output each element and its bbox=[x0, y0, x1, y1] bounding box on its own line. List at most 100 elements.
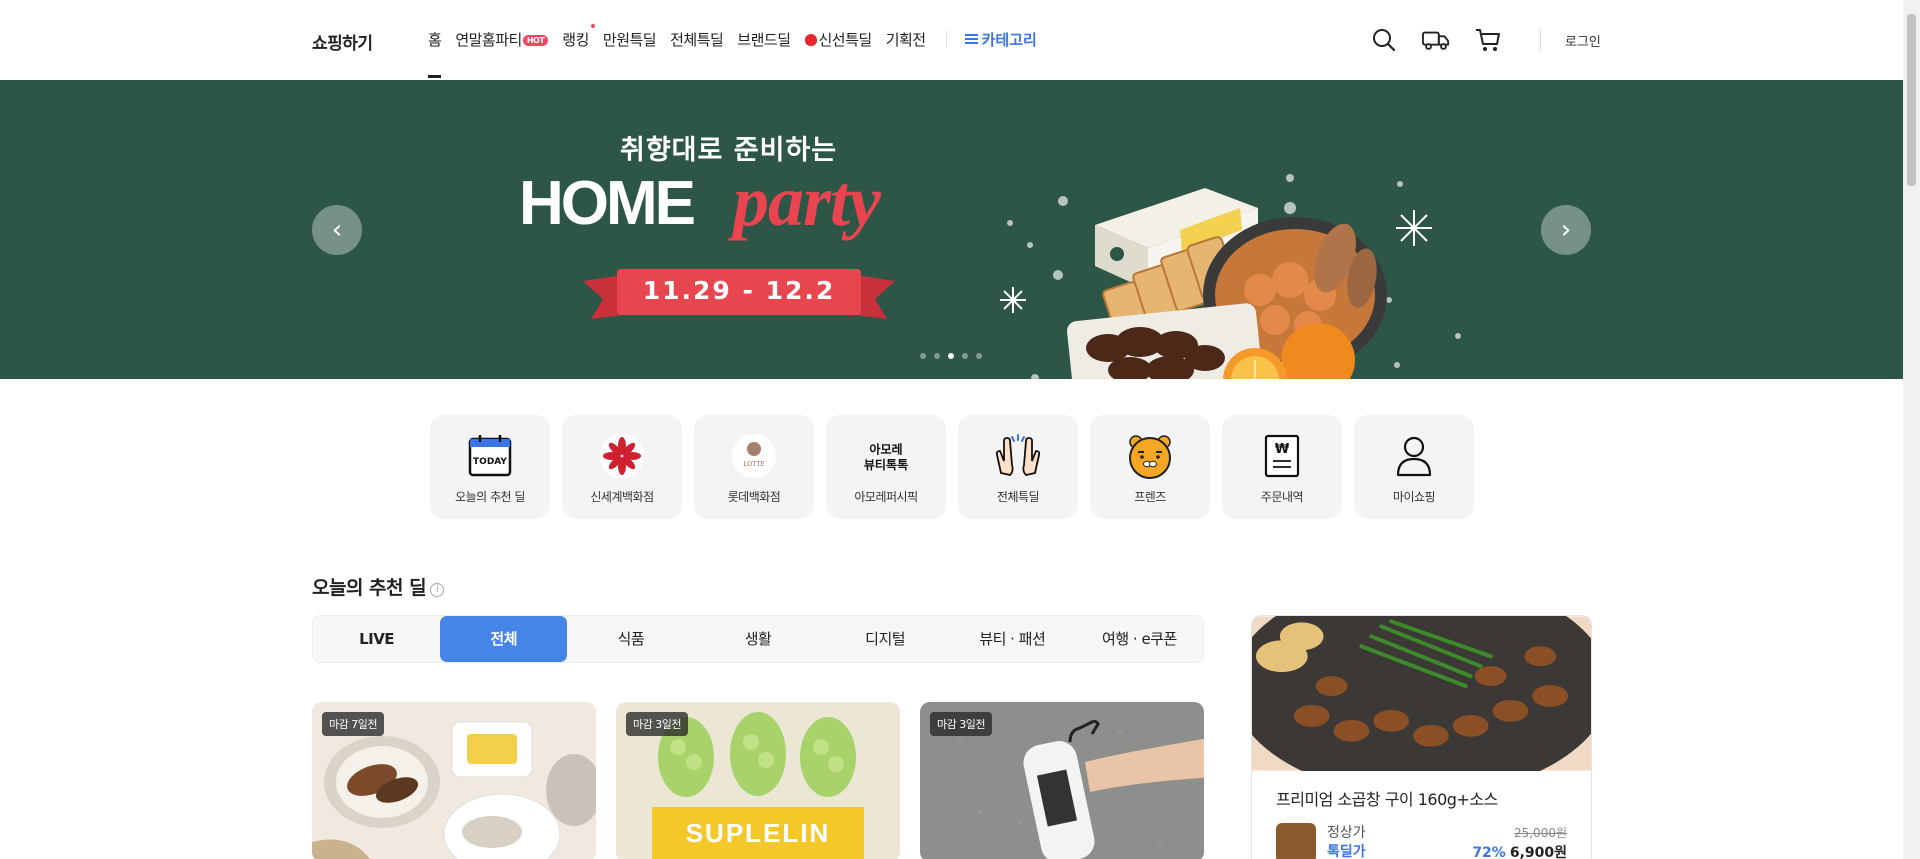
clapping-hands-icon bbox=[993, 431, 1043, 481]
tab-food[interactable]: 식품 bbox=[567, 616, 694, 662]
tab-travel-ecoupon[interactable]: 여행 · e쿠폰 bbox=[1076, 616, 1203, 662]
nav-brand-deal-label: 브랜드딜 bbox=[737, 31, 791, 49]
nav-all-deals[interactable]: 전체특딜 bbox=[670, 29, 724, 50]
nav-ranking[interactable]: 랭킹 bbox=[562, 24, 595, 50]
shortcut-amorepacific[interactable]: 아모레 뷰티톡톡 아모레퍼시픽 bbox=[826, 415, 946, 519]
svg-text:아모레: 아모레 bbox=[869, 441, 902, 456]
snowflake-icon bbox=[1396, 210, 1432, 246]
deal-price: 72% 6,900원 bbox=[1472, 842, 1567, 859]
nav-home[interactable]: 홈 bbox=[428, 29, 442, 78]
deal-price-value: 6,900원 bbox=[1509, 845, 1567, 859]
shortcut-lotte[interactable]: LOTTE 롯데백화점 bbox=[694, 415, 814, 519]
deal-card[interactable]: 마감 7일전 bbox=[312, 702, 596, 859]
banner-dates: 11.29 - 12.2 bbox=[642, 276, 836, 305]
top-header: 쇼핑하기 홈 연말홈파티 HOT 랭킹 만원특딜 전체특딜 브랜드딜 신선특딜 기… bbox=[0, 0, 1903, 80]
apple-icon bbox=[804, 34, 817, 46]
deal-card[interactable]: SUPLELIN 마감 3일전 bbox=[616, 702, 900, 859]
banner-pagination bbox=[920, 353, 982, 359]
banner-next-button[interactable]: › bbox=[1541, 205, 1591, 255]
tab-living[interactable]: 생활 bbox=[694, 616, 821, 662]
banner-title-script: party bbox=[733, 161, 881, 241]
banner-title-main: HOME bbox=[519, 169, 696, 238]
shortcut-label: 오늘의 추천 딜 bbox=[455, 490, 525, 504]
svg-text:₩: ₩ bbox=[1275, 442, 1290, 457]
banner-dot[interactable] bbox=[920, 353, 926, 359]
deadline-badge: 마감 3일전 bbox=[626, 712, 688, 736]
banner-prev-button[interactable]: ‹ bbox=[312, 205, 362, 255]
amore-beauty-icon: 아모레 뷰티톡톡 bbox=[861, 431, 911, 481]
shortcut-label: 주문내역 bbox=[1260, 490, 1304, 504]
shinsegae-logo-icon bbox=[597, 431, 647, 481]
svg-text:TODAY: TODAY bbox=[473, 457, 507, 467]
nav-divider bbox=[945, 31, 947, 47]
hero-banner[interactable]: ‹ › 취향대로 준비하는 HOME party 11.29 - 12.2 bbox=[0, 80, 1903, 379]
deadline-badge: 마감 7일전 bbox=[322, 712, 384, 736]
deal-price-label: 톡딜가 bbox=[1327, 844, 1366, 859]
shortcut-label: 전체특딜 bbox=[996, 490, 1040, 504]
new-dot-icon bbox=[590, 24, 595, 28]
header-divider bbox=[1540, 29, 1541, 51]
info-icon[interactable]: i bbox=[430, 583, 445, 597]
shortcut-menu: TODAY 오늘의 추천 딜 신세계백화점 LOTTE 롯데백화점 아모레 뷰티톡… bbox=[430, 415, 1474, 519]
nav-10000-deal-label: 만원특딜 bbox=[602, 31, 657, 49]
shortcut-all-deals[interactable]: 전체특딜 bbox=[958, 415, 1078, 519]
shortcut-label: 신세계백화점 bbox=[590, 490, 654, 504]
banner-dot[interactable] bbox=[962, 353, 968, 359]
page-scrollbar[interactable] bbox=[1903, 0, 1920, 859]
shortcut-label: 프렌즈 bbox=[1134, 490, 1166, 504]
scrollbar-thumb[interactable] bbox=[1907, 14, 1916, 186]
shortcut-friends[interactable]: 프렌즈 bbox=[1090, 415, 1210, 519]
nav-fresh-deal[interactable]: 신선특딜 bbox=[804, 29, 873, 50]
ryan-friends-icon bbox=[1125, 431, 1175, 481]
product-image bbox=[1252, 616, 1591, 796]
nav-home-label: 홈 bbox=[428, 31, 442, 49]
party-food-illustration bbox=[1000, 174, 1461, 379]
tab-digital[interactable]: 디지털 bbox=[822, 616, 949, 662]
shortcut-shinsegae[interactable]: 신세계백화점 bbox=[562, 415, 682, 519]
hamburger-icon bbox=[964, 34, 978, 44]
svg-text:뷰티톡톡: 뷰티톡톡 bbox=[864, 457, 908, 472]
side-deal-card[interactable]: 프리미엄 소곱창 구이 160g+소스 정상가 톡딜가 25,000원 72% 6… bbox=[1251, 615, 1592, 859]
tab-all[interactable]: 전체 bbox=[440, 616, 568, 662]
nav-ranking-label: 랭킹 bbox=[562, 31, 589, 49]
tab-live[interactable]: LIVE bbox=[313, 616, 440, 662]
nav-fresh-deal-label: 신선특딜 bbox=[818, 31, 873, 49]
shortcut-my-shopping[interactable]: 마이쇼핑 bbox=[1354, 415, 1474, 519]
search-icon[interactable] bbox=[1370, 26, 1398, 54]
shortcut-label: 롯데백화점 bbox=[727, 490, 781, 504]
header-actions: 로그인 bbox=[1370, 26, 1601, 54]
deadline-badge: 마감 3일전 bbox=[930, 712, 992, 736]
shortcut-label: 마이쇼핑 bbox=[1392, 490, 1436, 504]
banner-dot-active[interactable] bbox=[948, 353, 954, 359]
section-title-text: 오늘의 추천 딜 bbox=[312, 577, 427, 599]
discount-rate: 72% bbox=[1472, 845, 1506, 859]
nav-year-end-party[interactable]: 연말홈파티 HOT bbox=[455, 29, 549, 50]
cart-icon[interactable] bbox=[1474, 26, 1502, 54]
shortcut-today-deal[interactable]: TODAY 오늘의 추천 딜 bbox=[430, 415, 550, 519]
shortcut-order-history[interactable]: ₩ 주문내역 bbox=[1222, 415, 1342, 519]
lotte-logo-icon: LOTTE bbox=[729, 431, 779, 481]
hot-badge: HOT bbox=[522, 35, 549, 46]
nav-exhibition-label: 기획전 bbox=[885, 31, 926, 49]
nav-10000-deal[interactable]: 만원특딜 bbox=[602, 29, 657, 50]
product-brand-text: SUPLELIN bbox=[686, 818, 831, 848]
category-button[interactable]: 카테고리 bbox=[964, 29, 1037, 50]
main-nav: 홈 연말홈파티 HOT 랭킹 만원특딜 전체특딜 브랜드딜 신선특딜 기획전 카테… bbox=[428, 24, 1037, 78]
side-deal-thumbnail bbox=[1276, 823, 1316, 859]
side-deal-title: 프리미엄 소곱창 구이 160g+소스 bbox=[1276, 790, 1498, 809]
deal-card-list: 마감 7일전 SUPLELIN 마감 3일전 마감 3일전 bbox=[312, 702, 1204, 859]
nav-exhibition[interactable]: 기획전 bbox=[886, 29, 926, 50]
shortcut-label: 아모레퍼시픽 bbox=[854, 490, 918, 504]
site-logo[interactable]: 쇼핑하기 bbox=[312, 29, 373, 54]
banner-dot[interactable] bbox=[976, 353, 982, 359]
delivery-truck-icon[interactable] bbox=[1422, 26, 1450, 54]
login-link[interactable]: 로그인 bbox=[1565, 31, 1601, 50]
nav-brand-deal[interactable]: 브랜드딜 bbox=[737, 29, 791, 50]
banner-dot[interactable] bbox=[934, 353, 940, 359]
category-label: 카테고리 bbox=[981, 31, 1037, 49]
tab-beauty-fashion[interactable]: 뷰티 · 패션 bbox=[949, 616, 1076, 662]
nav-year-end-party-label: 연말홈파티 bbox=[455, 31, 522, 49]
nav-all-deals-label: 전체특딜 bbox=[670, 31, 724, 49]
today-calendar-icon: TODAY bbox=[465, 431, 515, 481]
deal-card[interactable]: 마감 3일전 bbox=[920, 702, 1204, 859]
